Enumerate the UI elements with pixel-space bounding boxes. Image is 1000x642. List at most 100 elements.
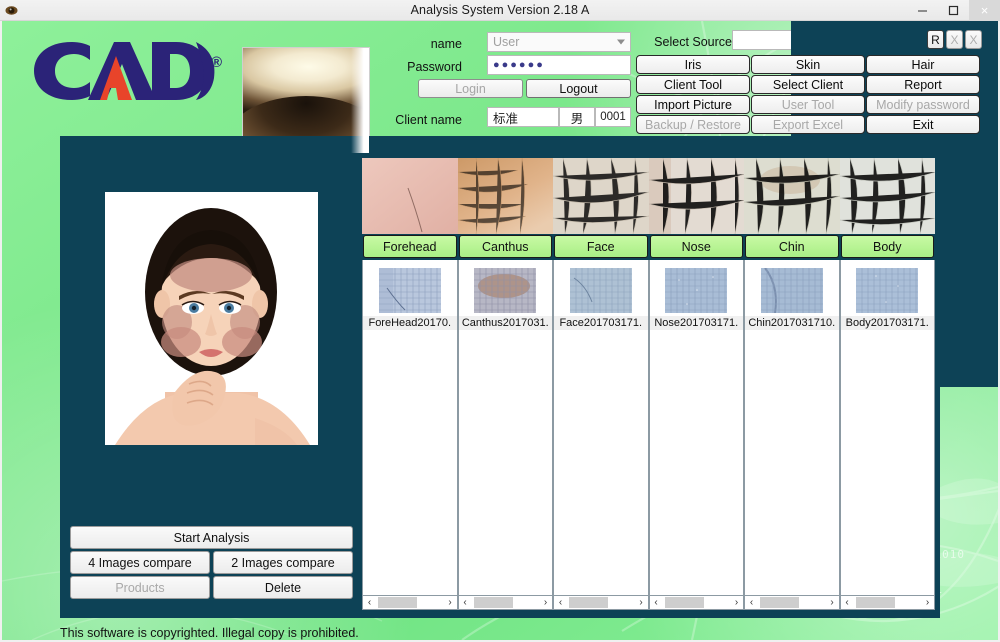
password-input[interactable]: ●●●●●● — [487, 55, 631, 75]
tool-button-iris[interactable]: Iris — [636, 55, 750, 74]
name-value: User — [493, 35, 520, 49]
tool-button-backup-restore[interactable]: Backup / Restore — [636, 115, 750, 134]
thumb-list-face[interactable]: Face201703171. — [553, 260, 649, 595]
name-combo[interactable]: User — [487, 32, 631, 52]
region-preview-body — [839, 158, 935, 234]
tool-button-import-picture[interactable]: Import Picture — [636, 95, 750, 114]
title-bar: Analysis System Version 2.18 A × — [0, 0, 1000, 21]
scroll-track[interactable] — [758, 596, 826, 609]
start-analysis-button[interactable]: Start Analysis — [70, 526, 353, 549]
scroll-thumb[interactable] — [664, 597, 704, 608]
scroll-right-icon[interactable]: › — [826, 596, 839, 609]
window-title: Analysis System Version 2.18 A — [410, 3, 590, 17]
region-column-forehead: Forehead ForeHead20170. ‹ › — [362, 158, 458, 610]
tool-button-client-tool[interactable]: Client Tool — [636, 75, 750, 94]
scroll-left-icon[interactable]: ‹ — [459, 596, 472, 609]
tab-face[interactable]: Face — [554, 235, 648, 258]
login-button[interactable]: Login — [418, 79, 523, 98]
scroll-left-icon[interactable]: ‹ — [650, 596, 663, 609]
source-refresh-button[interactable]: R — [927, 30, 944, 49]
tool-button-modify-password[interactable]: Modify password — [866, 95, 980, 114]
thumbnail-caption: ForeHead20170. — [363, 316, 457, 330]
tool-button-skin[interactable]: Skin — [751, 55, 865, 74]
thumb-list-nose[interactable]: Nose201703171. — [648, 260, 744, 595]
tab-body[interactable]: Body — [840, 235, 934, 258]
tool-button-export-excel[interactable]: Export Excel — [751, 115, 865, 134]
scroll-track[interactable] — [854, 596, 922, 609]
region-column-body: Body Body201703171. ‹ › — [839, 158, 935, 610]
scroll-left-icon[interactable]: ‹ — [363, 596, 376, 609]
region-preview-nose — [648, 158, 744, 234]
tab-chin[interactable]: Chin — [745, 235, 839, 258]
scroll-right-icon[interactable]: › — [539, 596, 552, 609]
application-window: Analysis System Version 2.18 A × ® name … — [0, 0, 1000, 642]
list-item[interactable]: Canthus2017031. — [458, 260, 552, 330]
client-name-value: 标准 — [493, 111, 519, 126]
tool-button-user-tool[interactable]: User Tool — [751, 95, 865, 114]
client-gender-field[interactable]: 男 — [559, 107, 595, 127]
scroll-right-icon[interactable]: › — [635, 596, 648, 609]
select-source-combo[interactable] — [732, 21, 998, 387]
tab-canthus[interactable]: Canthus — [458, 235, 552, 258]
horizontal-scrollbar-body[interactable]: ‹ › — [839, 595, 935, 610]
tool-button-exit[interactable]: Exit — [866, 115, 980, 134]
tab-forehead[interactable]: Forehead — [363, 235, 457, 258]
thumbnail-image — [569, 268, 632, 313]
select-source-label: Select Source — [654, 35, 732, 49]
scroll-thumb[interactable] — [378, 597, 418, 608]
registered-mark: ® — [211, 54, 223, 71]
brand-logo: ® — [30, 36, 230, 106]
list-item[interactable]: Nose201703171. — [649, 260, 743, 330]
thumbnail-caption: Body201703171. — [840, 316, 934, 330]
scroll-track[interactable] — [663, 596, 731, 609]
scroll-thumb[interactable] — [569, 597, 609, 608]
scroll-right-icon[interactable]: › — [921, 596, 934, 609]
thumbnail-caption: Canthus2017031. — [458, 316, 552, 330]
scroll-track[interactable] — [472, 596, 540, 609]
tool-button-hair[interactable]: Hair — [866, 55, 980, 74]
thumb-list-body[interactable]: Body201703171. — [839, 260, 935, 595]
horizontal-scrollbar-forehead[interactable]: ‹ › — [362, 595, 458, 610]
list-item[interactable]: Chin2017031710. — [745, 260, 839, 330]
client-name-field[interactable]: 标准 — [487, 107, 559, 127]
app-background: 10101010 01010101 ® name User — [2, 21, 998, 640]
delete-button[interactable]: Delete — [213, 576, 353, 599]
region-preview-canthus — [457, 158, 553, 234]
scroll-right-icon[interactable]: › — [444, 596, 457, 609]
compare-4-images-button[interactable]: 4 Images compare — [70, 551, 210, 574]
client-id-field[interactable]: 0001 — [595, 107, 631, 127]
tool-button-report[interactable]: Report — [866, 75, 980, 94]
tab-nose[interactable]: Nose — [649, 235, 743, 258]
logout-button[interactable]: Logout — [526, 79, 631, 98]
maximize-button[interactable] — [938, 0, 969, 21]
thumb-list-forehead[interactable]: ForeHead20170. — [362, 260, 458, 595]
horizontal-scrollbar-face[interactable]: ‹ › — [553, 595, 649, 610]
scroll-thumb[interactable] — [855, 597, 895, 608]
scroll-track[interactable] — [567, 596, 635, 609]
scroll-left-icon[interactable]: ‹ — [841, 596, 854, 609]
list-item[interactable]: Face201703171. — [554, 260, 648, 330]
close-button[interactable]: × — [969, 0, 1000, 21]
thumb-list-chin[interactable]: Chin2017031710. — [744, 260, 840, 595]
tool-button-select-client[interactable]: Select Client — [751, 75, 865, 94]
horizontal-scrollbar-nose[interactable]: ‹ › — [648, 595, 744, 610]
name-label: name — [430, 37, 462, 51]
thumbnail-image — [665, 268, 728, 313]
list-item[interactable]: Body201703171. — [840, 260, 934, 330]
source-close-button-1[interactable]: X — [946, 30, 963, 49]
horizontal-scrollbar-chin[interactable]: ‹ › — [744, 595, 840, 610]
scroll-track[interactable] — [376, 596, 444, 609]
scroll-right-icon[interactable]: › — [730, 596, 743, 609]
horizontal-scrollbar-canthus[interactable]: ‹ › — [457, 595, 553, 610]
list-item[interactable]: ForeHead20170. — [363, 260, 457, 330]
compare-2-images-button[interactable]: 2 Images compare — [213, 551, 353, 574]
password-value: ●●●●●● — [493, 59, 545, 71]
products-button[interactable]: Products — [70, 576, 210, 599]
scroll-thumb[interactable] — [473, 597, 513, 608]
scroll-left-icon[interactable]: ‹ — [554, 596, 567, 609]
scroll-left-icon[interactable]: ‹ — [745, 596, 758, 609]
thumb-list-canthus[interactable]: Canthus2017031. — [457, 260, 553, 595]
source-close-button-2[interactable]: X — [965, 30, 982, 49]
minimize-button[interactable] — [907, 0, 938, 21]
scroll-thumb[interactable] — [760, 597, 800, 608]
